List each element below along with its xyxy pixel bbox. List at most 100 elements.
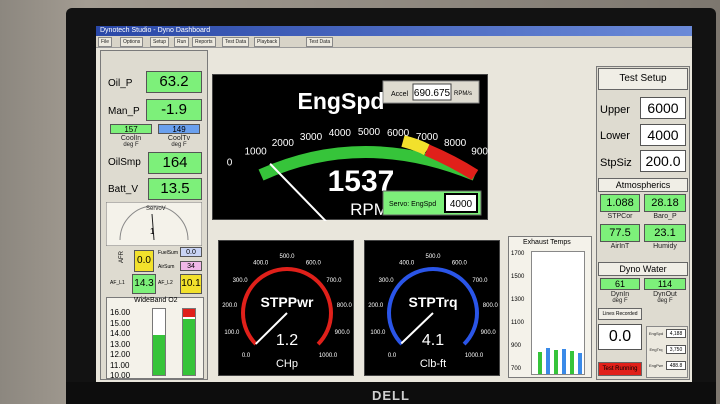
servo-engspd-value[interactable]: 4000 — [450, 199, 473, 210]
oilsmp-value: 164 — [148, 152, 202, 174]
stptrq-tick-label: 900.0 — [481, 330, 497, 336]
wideband-bar-2 — [182, 308, 196, 376]
wideband-tick-label: 10.00 — [110, 371, 131, 380]
engspd-tick-label: 7000 — [416, 132, 439, 143]
tab-file[interactable]: File — [98, 37, 113, 47]
stppwr-tick-label: 600.0 — [306, 260, 322, 266]
stppwr-gauge: 0.0 100.0 200.0 300.0 400.0 500.0 600.0 700.0 80… — [222, 254, 353, 370]
engspd-tick-label: 2000 — [272, 138, 295, 149]
engspd-panel: EngSpd 0 1000 2000 3000 4000 5000 6000 7000 8000… — [212, 74, 523, 245]
stptrq-tick-label: 800.0 — [483, 303, 499, 309]
stppwr-tick-label: 400.0 — [253, 260, 269, 266]
mini-engtrq-label: EngTrq — [649, 347, 663, 352]
exhaust-tick-label: 1700 — [511, 251, 525, 257]
stptrq-value: 4.1 — [422, 332, 444, 349]
lines-recorded-label: Lines Recorded — [598, 308, 642, 320]
baro-value: 28.18 — [644, 194, 686, 212]
dynout-label: DynOut — [653, 291, 677, 298]
servo-gauge: ServoV 1 — [106, 202, 202, 246]
test-running-button[interactable]: Test Running — [598, 362, 642, 376]
baro-label: Baro_P — [653, 213, 677, 220]
engspd-tick-label: 9000 — [471, 147, 489, 158]
oil-p-label: Oil_P — [108, 78, 133, 89]
stppwr-panel: 0.0 100.0 200.0 300.0 400.0 500.0 600.0 700.0 80… — [218, 240, 354, 376]
exhaust-tick-label: 900 — [511, 343, 522, 349]
stptrq-tick-label: 700.0 — [472, 278, 488, 284]
tab-test-data[interactable]: Test Data — [222, 37, 250, 47]
menu-bar: File Options Setup Run Reports Test Data… — [96, 36, 692, 48]
mini-readouts: EngSpd 4,188 EngTrq 3,750 EngPwr 488.8 — [646, 326, 688, 378]
engspd-gauge: EngSpd 0 1000 2000 3000 4000 5000 6000 7000 8000… — [227, 80, 523, 245]
engspd-tick-label: 8000 — [444, 138, 467, 149]
lower-label: Lower — [600, 130, 630, 142]
stptrq-tick-label: 0.0 — [388, 353, 397, 359]
engspd-tick-label: 1000 — [244, 147, 267, 158]
stptrq-tick-label: 300.0 — [379, 278, 395, 284]
af-l1-value: 14.3 — [132, 274, 156, 294]
man-p-value: -1.9 — [146, 99, 202, 121]
exhaust-bar-6 — [578, 353, 582, 374]
dyno-screen: Dynotech Studio - Dyno Dashboard File Op… — [96, 26, 692, 382]
exhaust-tick-label: 1500 — [511, 274, 525, 280]
dynout-unit: deg F — [657, 298, 673, 304]
engspd-tick-label: 6000 — [387, 128, 410, 139]
atmospherics-button[interactable]: Atmospherics — [598, 178, 688, 192]
oilsmp-label: OilSmp — [108, 157, 141, 168]
stptrq-title: STPTrq — [408, 294, 457, 310]
stptrq-gauge: 0.0 100.0 200.0 300.0 400.0 500.0 600.0 700.0 80… — [368, 254, 499, 370]
afr-value: 0.0 — [134, 250, 154, 272]
tab-test-data-2[interactable]: Test Data — [306, 37, 334, 47]
stppwr-tick-label: 800.0 — [337, 303, 353, 309]
stppwr-tick-label: 1000.0 — [319, 353, 338, 359]
tab-options[interactable]: Options — [120, 37, 144, 47]
stptrq-tick-label: 500.0 — [425, 254, 441, 260]
exhaust-bar-4 — [562, 349, 566, 374]
exhaust-tick-label: 1100 — [511, 320, 524, 326]
stptrq-panel: 0.0 100.0 200.0 300.0 400.0 500.0 600.0 700.0 80… — [364, 240, 500, 376]
stppwr-title: STPPwr — [261, 294, 314, 310]
af-l2-value: 10.1 — [180, 274, 202, 294]
dyno-water-button[interactable]: Dyno Water — [598, 262, 688, 276]
wideband-tick-label: 13.00 — [110, 339, 131, 349]
wideband-fill-2-top — [183, 309, 195, 317]
stppwr-tick-label: 900.0 — [335, 330, 351, 336]
accel-label: Accel — [391, 91, 409, 98]
upper-value[interactable]: 6000 — [640, 97, 686, 119]
man-p-label: Man_P — [108, 106, 140, 117]
servo-engspd-label: Servo: EngSpd — [389, 201, 436, 208]
engspd-unit: RPM — [350, 200, 388, 219]
tab-run[interactable]: Run — [174, 37, 190, 47]
upper-label: Upper — [600, 104, 630, 116]
batt-v-label: Batt_V — [108, 184, 139, 195]
afr-label: AFR — [119, 251, 125, 263]
tab-setup[interactable]: Setup — [150, 37, 170, 47]
stpsiz-label: StpSiz — [600, 157, 632, 169]
stpcor-value: 1.088 — [600, 194, 640, 212]
airsum-value: 34 — [180, 261, 202, 271]
dynin-label: DynIn — [610, 291, 630, 298]
fuelsum-label: FuelSum — [158, 250, 179, 256]
engspd-title: EngSpd — [298, 88, 385, 114]
engspd-tick-label: 4000 — [329, 128, 352, 139]
humid-value: 23.1 — [644, 224, 686, 242]
wideband-fill-1 — [153, 335, 165, 375]
mini-engpwr-value: 488.8 — [666, 361, 686, 370]
stppwr-tick-label: 300.0 — [233, 278, 249, 284]
stptrq-unit: Clb-ft — [420, 358, 446, 370]
test-setup-button[interactable]: Test Setup — [598, 68, 688, 90]
airsum-label: AirSum — [158, 264, 175, 270]
stppwr-tick-label: 0.0 — [242, 353, 251, 359]
stppwr-value: 1.2 — [276, 332, 298, 349]
stpsiz-value[interactable]: 200.0 — [640, 150, 686, 172]
engspd-tick-label: 0 — [227, 157, 233, 168]
wideband-fill-2 — [183, 319, 195, 375]
lower-value[interactable]: 4000 — [640, 124, 686, 146]
exhaust-bar-2 — [546, 348, 550, 374]
exhaust-panel: Exhaust Temps 1700 1500 1300 1100 900 700 — [508, 236, 592, 378]
lines-recorded-value: 0.0 — [598, 324, 642, 350]
tab-reports[interactable]: Reports — [192, 37, 216, 47]
tab-playback[interactable]: Playback — [254, 37, 281, 47]
dynin-unit: deg F — [612, 298, 628, 304]
servo-value: 1 — [150, 227, 155, 236]
exhaust-tick-label: 1300 — [511, 297, 525, 303]
